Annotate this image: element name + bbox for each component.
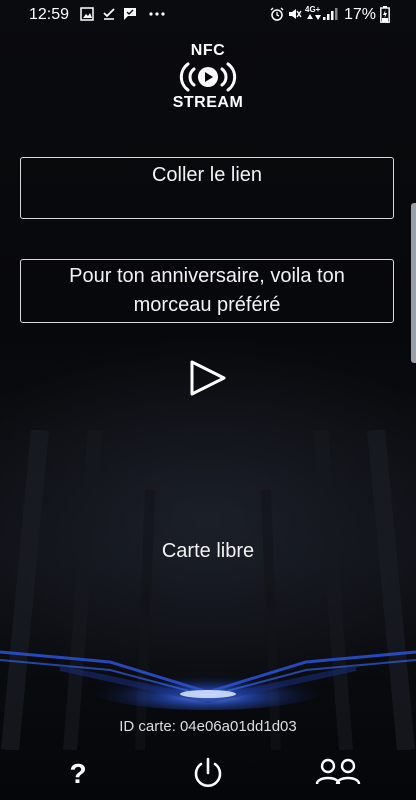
logo-text-nfc: NFC: [190, 42, 226, 59]
power-button[interactable]: [186, 752, 230, 796]
network-type: 4G+: [305, 5, 321, 14]
link-input-placeholder: Coller le lien: [151, 164, 263, 186]
logo-text-stream: STREAM: [172, 94, 244, 111]
link-input[interactable]: Coller le lien: [20, 157, 394, 219]
gallery-icon: [80, 7, 94, 21]
download-done-icon: [103, 8, 115, 20]
card-id-label: ID carte:: [119, 718, 176, 735]
users-icon: [315, 758, 361, 785]
message-text-line-1: Pour ton anniversaire, voila ton: [69, 265, 345, 287]
bottom-bar: ?: [0, 748, 416, 800]
power-icon: [194, 757, 222, 787]
alarm-icon: [270, 7, 284, 21]
message-text-line-2: morceau préféré: [133, 294, 281, 316]
signal-icon: [323, 8, 338, 20]
help-button[interactable]: ?: [56, 752, 100, 796]
app-logo: NFC STREAM: [170, 40, 246, 114]
blue-glow-decoration: [0, 650, 416, 710]
battery-percent: 17%: [343, 6, 376, 23]
battery-charging-icon: [380, 6, 390, 23]
chat-icon: [124, 8, 136, 20]
mute-icon: [289, 9, 302, 19]
card-id-value: 04e06a01dd1d03: [179, 718, 297, 735]
users-button[interactable]: [314, 752, 362, 796]
play-icon: [190, 360, 226, 396]
card-status-label: Carte libre: [161, 540, 255, 562]
card-id: ID carte: 04e06a01dd1d03: [0, 718, 416, 735]
play-button[interactable]: [187, 357, 229, 399]
status-time: 12:59: [29, 6, 70, 23]
edge-panel-handle[interactable]: [411, 203, 416, 363]
status-bar: 12:59 4G+ 17%: [0, 0, 416, 30]
more-icon: [149, 12, 165, 16]
nfc-play-icon: [179, 62, 237, 92]
message-input[interactable]: Pour ton anniversaire, voila ton morceau…: [20, 259, 394, 323]
help-icon: ?: [69, 758, 87, 789]
data-arrows-icon: [307, 14, 321, 20]
